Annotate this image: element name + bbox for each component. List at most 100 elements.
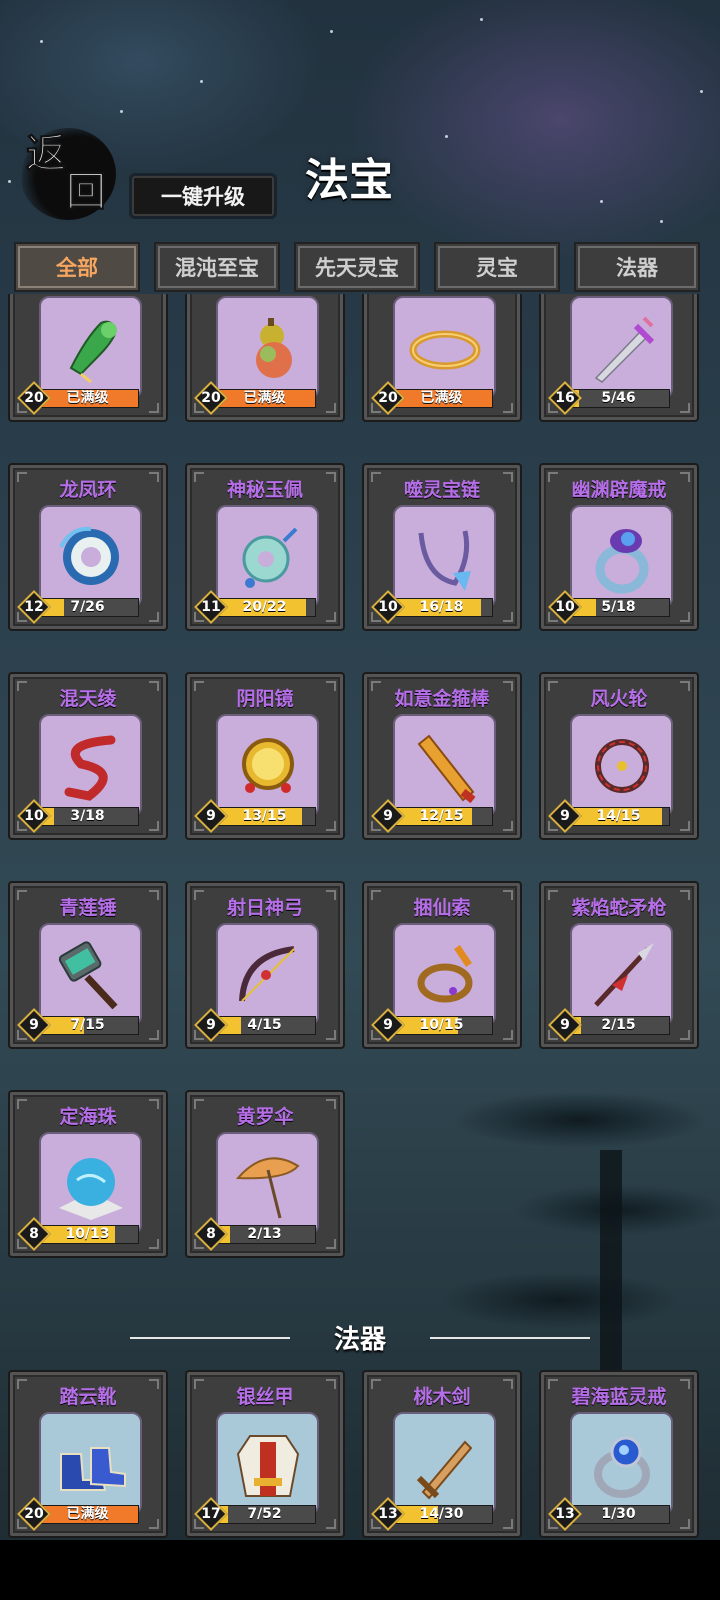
treasure-name: 踏云靴 <box>59 1386 117 1408</box>
armor-icon <box>216 1412 319 1515</box>
treasure-name: 幽渊辟魔戒 <box>571 479 667 501</box>
tab-magic-tools[interactable]: 法器 <box>574 242 700 292</box>
progress-bar: 4/15 <box>213 1016 316 1035</box>
back-button[interactable]: 返 回 <box>20 128 116 220</box>
treasure-card[interactable]: 捆仙索 10/15 9 <box>362 881 522 1049</box>
red-sash-icon <box>39 714 142 817</box>
hammer-icon <box>39 923 142 1026</box>
treasure-name: 龙凤环 <box>59 479 117 501</box>
sword-icon <box>570 296 673 399</box>
treasure-card[interactable]: 定海珠 10/13 8 <box>8 1090 168 1258</box>
progress-text: 3/18 <box>70 808 105 824</box>
level-number: 20 <box>201 390 221 406</box>
progress-bar: 2/13 <box>213 1225 316 1244</box>
card-corner-ornament <box>149 1239 159 1249</box>
treasure-card[interactable]: 龙凤环 7/26 12 <box>8 463 168 631</box>
level-number: 11 <box>201 599 221 615</box>
treasure-card[interactable]: 混天绫 3/18 10 <box>8 672 168 840</box>
card-corner-ornament <box>503 403 513 413</box>
card-corner-ornament <box>326 612 336 622</box>
treasure-name: 风火轮 <box>590 688 648 710</box>
treasure-card[interactable]: 银丝甲 7/52 17 <box>185 1370 345 1538</box>
level-number: 13 <box>555 1506 575 1522</box>
level-number: 9 <box>383 1017 393 1033</box>
treasure-card[interactable]: 风火轮 14/15 9 <box>539 672 699 840</box>
level-number: 9 <box>560 1017 570 1033</box>
progress-text: 20/22 <box>242 599 287 615</box>
card-corner-ornament <box>503 612 513 622</box>
treasure-card[interactable]: 青莲锤 7/15 9 <box>8 881 168 1049</box>
purple-ring-icon <box>570 505 673 608</box>
progress-text: 4/15 <box>247 1017 282 1033</box>
treasure-name: 射日神弓 <box>226 897 303 919</box>
treasure-card[interactable]: 幽渊辟魔戒 5/18 10 <box>539 463 699 631</box>
level-number: 9 <box>206 1017 216 1033</box>
treasure-name: 噬灵宝链 <box>403 479 480 501</box>
bottom-bar <box>0 1540 720 1600</box>
rope-icon <box>393 923 496 1026</box>
card-corner-ornament <box>680 1030 690 1040</box>
treasure-card[interactable]: 神秘玉佩 20/22 11 <box>185 463 345 631</box>
section-divider: 法器 <box>0 1315 720 1359</box>
progress-bar: 7/26 <box>36 598 139 617</box>
one-key-upgrade-button[interactable]: 一键升级 <box>132 176 274 216</box>
level-number: 9 <box>383 808 393 824</box>
treasure-card[interactable]: 碧海蓝灵戒 1/30 13 <box>539 1370 699 1538</box>
card-corner-ornament <box>503 1030 513 1040</box>
progress-bar: 已满级 <box>213 389 316 408</box>
level-number: 10 <box>555 599 575 615</box>
level-number: 8 <box>29 1226 39 1242</box>
treasure-name: 捆仙索 <box>413 897 471 919</box>
treasure-card[interactable]: 乾坤圈已满级20 <box>362 294 522 422</box>
progress-text: 14/15 <box>596 808 641 824</box>
card-corner-ornament <box>326 821 336 831</box>
dragon-ring-icon <box>39 505 142 608</box>
treasure-card[interactable]: 七色葫芦已满级20 <box>185 294 345 422</box>
back-label-1: 返 <box>26 130 67 177</box>
tab-chaos-treasure[interactable]: 混沌至宝 <box>154 242 280 292</box>
progress-bar: 10/15 <box>390 1016 493 1035</box>
card-corner-ornament <box>680 612 690 622</box>
treasure-card[interactable]: 紫焰蛇矛枪 2/15 9 <box>539 881 699 1049</box>
card-corner-ornament <box>503 821 513 831</box>
necklace-icon <box>393 505 496 608</box>
level-number: 9 <box>29 1017 39 1033</box>
treasure-card[interactable]: 玉如意已满级20 <box>8 294 168 422</box>
progress-text: 5/18 <box>601 599 636 615</box>
fire-wheel-icon <box>570 714 673 817</box>
treasure-name: 如意金箍棒 <box>394 688 490 710</box>
treasure-card[interactable]: 如意金箍棒 12/15 9 <box>362 672 522 840</box>
treasure-card[interactable]: 射日神弓 4/15 9 <box>185 881 345 1049</box>
progress-text: 13/15 <box>242 808 287 824</box>
treasure-card[interactable]: 太阿剑5/4616 <box>539 294 699 422</box>
progress-bar: 14/15 <box>567 807 670 826</box>
card-corner-ornament <box>149 612 159 622</box>
treasure-name: 银丝甲 <box>236 1386 294 1408</box>
progress-text: 已满级 <box>243 390 286 406</box>
card-corner-ornament <box>149 1519 159 1529</box>
bow-icon <box>216 923 319 1026</box>
level-number: 20 <box>24 1506 44 1522</box>
treasure-name: 阴阳镜 <box>236 688 294 710</box>
treasure-name: 定海珠 <box>59 1106 117 1128</box>
tab-innate-spirit-treasure[interactable]: 先天灵宝 <box>294 242 420 292</box>
treasure-card[interactable]: 阴阳镜 13/15 9 <box>185 672 345 840</box>
card-corner-ornament <box>326 1030 336 1040</box>
treasure-card[interactable]: 踏云靴 已满级 20 <box>8 1370 168 1538</box>
treasure-name: 碧海蓝灵戒 <box>571 1386 667 1408</box>
treasure-card[interactable]: 桃木剑 14/30 13 <box>362 1370 522 1538</box>
category-tabs: 全部 混沌至宝 先天灵宝 灵宝 法器 <box>14 242 704 292</box>
level-number: 20 <box>24 390 44 406</box>
progress-text: 2/15 <box>601 1017 636 1033</box>
treasure-card[interactable]: 噬灵宝链 16/18 10 <box>362 463 522 631</box>
blue-ring-icon <box>570 1412 673 1515</box>
treasure-name: 青莲锤 <box>59 897 117 919</box>
tab-spirit-treasure[interactable]: 灵宝 <box>434 242 560 292</box>
level-number: 10 <box>378 599 398 615</box>
jade-ruyi-icon <box>39 296 142 399</box>
treasure-card[interactable]: 黄罗伞 2/13 8 <box>185 1090 345 1258</box>
gourd-icon <box>216 296 319 399</box>
tab-all[interactable]: 全部 <box>14 242 140 292</box>
progress-text: 7/15 <box>70 1017 105 1033</box>
golden-staff-icon <box>393 714 496 817</box>
